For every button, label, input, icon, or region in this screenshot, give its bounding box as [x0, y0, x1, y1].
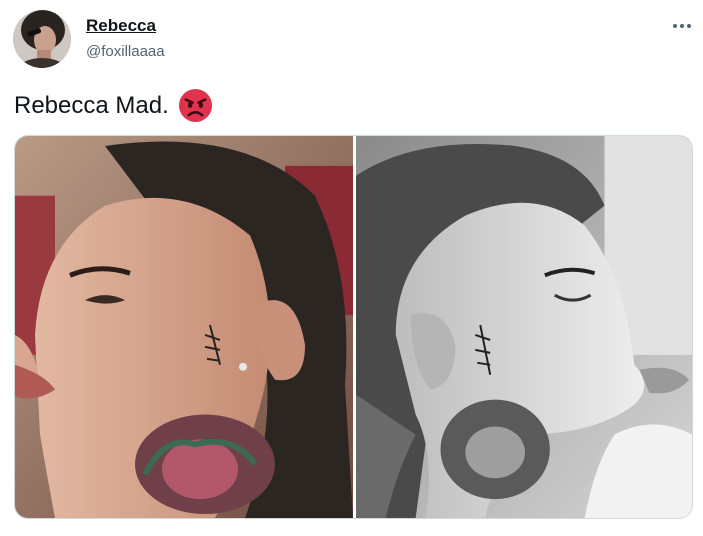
avatar[interactable] — [13, 10, 71, 68]
tweet: Rebecca @foxillaaaa Rebecca Mad. — [0, 0, 703, 536]
media-grid — [14, 135, 693, 519]
avatar-image — [13, 10, 71, 68]
user-handle: @foxillaaaa — [86, 43, 165, 60]
display-name[interactable]: Rebecca — [86, 16, 156, 36]
tweet-text-content: Rebecca Mad. — [14, 91, 169, 119]
right-photo[interactable] — [356, 136, 692, 518]
left-photo[interactable] — [15, 136, 353, 518]
left-photo-image — [15, 136, 353, 518]
right-photo-image — [356, 136, 692, 518]
tweet-text: Rebecca Mad. — [14, 88, 213, 123]
pouting-face-emoji-icon — [178, 88, 213, 123]
more-options-button[interactable] — [664, 12, 700, 40]
more-horizontal-icon — [673, 24, 691, 28]
